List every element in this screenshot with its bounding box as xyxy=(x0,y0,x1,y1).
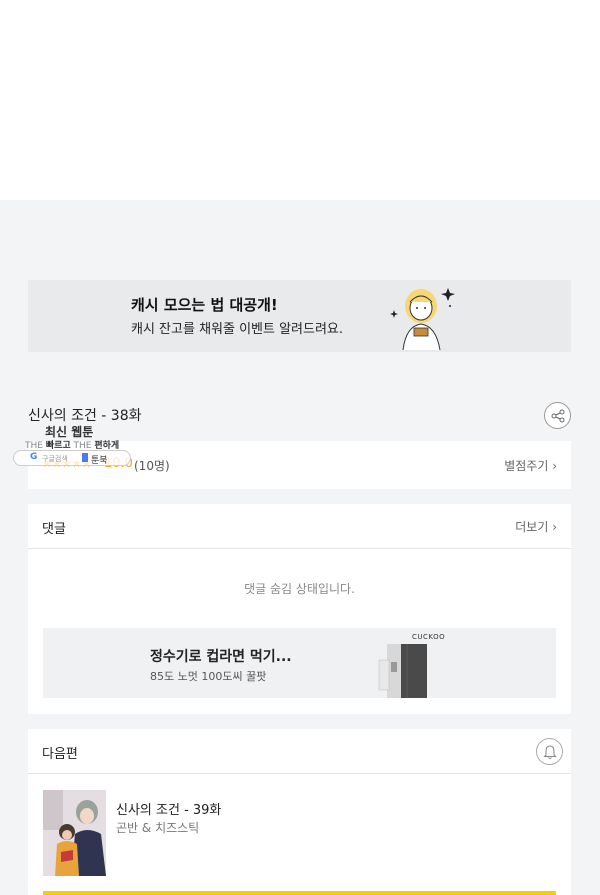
rating-count: (10명) xyxy=(134,459,170,473)
google-label: 구글검색 xyxy=(42,455,68,463)
comments-more-link[interactable]: 더보기 › xyxy=(515,518,557,535)
overlay-search-pill[interactable]: G 구글검색 툰북 xyxy=(13,450,131,466)
top-blank-area xyxy=(0,0,600,200)
comments-hidden-message: 댓글 숨김 상태입니다. xyxy=(244,582,355,596)
next-episode-thumbnail[interactable] xyxy=(43,790,106,876)
notification-button[interactable] xyxy=(536,738,563,765)
girl-with-cash-illustration xyxy=(390,288,455,350)
next-episode-label: 다음편 xyxy=(42,747,78,762)
comments-card: 댓글 더보기 › 댓글 숨김 상태입니다. 정수기로 컵라면 먹기... 85도… xyxy=(28,504,571,714)
advertisement-banner[interactable]: 정수기로 컵라면 먹기... 85도 노멋 100도씨 꿀팟 CUCKOO xyxy=(43,628,556,698)
next-episode-authors: 곤반 & 치즈스틱 xyxy=(116,821,200,835)
next-episode-title[interactable]: 신사의 조건 - 39화 xyxy=(116,799,221,818)
banner-title: 캐시 모으는 법 대공개! xyxy=(131,296,278,314)
comments-label: 댓글 xyxy=(42,522,66,537)
cash-event-banner[interactable]: 캐시 모으는 법 대공개! 캐시 잔고를 채워줄 이벤트 알려드려요. xyxy=(28,280,571,352)
latest-webtoon-overlay[interactable]: 최신 웹툰 THE 빠르고 THE 편하게 G 구글검색 툰북 xyxy=(13,423,133,467)
water-purifier-image xyxy=(378,644,427,698)
thumbnail-illustration xyxy=(43,790,106,876)
share-icon xyxy=(551,409,565,423)
rate-button[interactable]: 별점주기 › xyxy=(504,457,557,474)
next-episode-button-bar[interactable] xyxy=(43,891,556,895)
next-episode-card: 다음편 신사의 조건 - 39화 곤반 & 치즈스틱 xyxy=(28,729,571,895)
ad-subtitle: 85도 노멋 100도씨 꿀팟 xyxy=(150,670,267,683)
share-button[interactable] xyxy=(544,402,571,429)
book-label: 툰북 xyxy=(91,456,108,466)
banner-subtitle: 캐시 잔고를 채워줄 이벤트 알려드려요. xyxy=(131,322,344,337)
book-icon xyxy=(82,453,88,462)
episode-title: 신사의 조건 - 38화 xyxy=(28,408,142,424)
google-icon: G xyxy=(30,452,38,462)
comments-header: 댓글 더보기 › xyxy=(28,504,571,549)
ad-title: 정수기로 컵라면 먹기... xyxy=(150,649,292,665)
bell-icon xyxy=(543,745,557,759)
next-episode-header: 다음편 xyxy=(28,729,571,774)
ad-brand: CUCKOO xyxy=(412,633,446,641)
